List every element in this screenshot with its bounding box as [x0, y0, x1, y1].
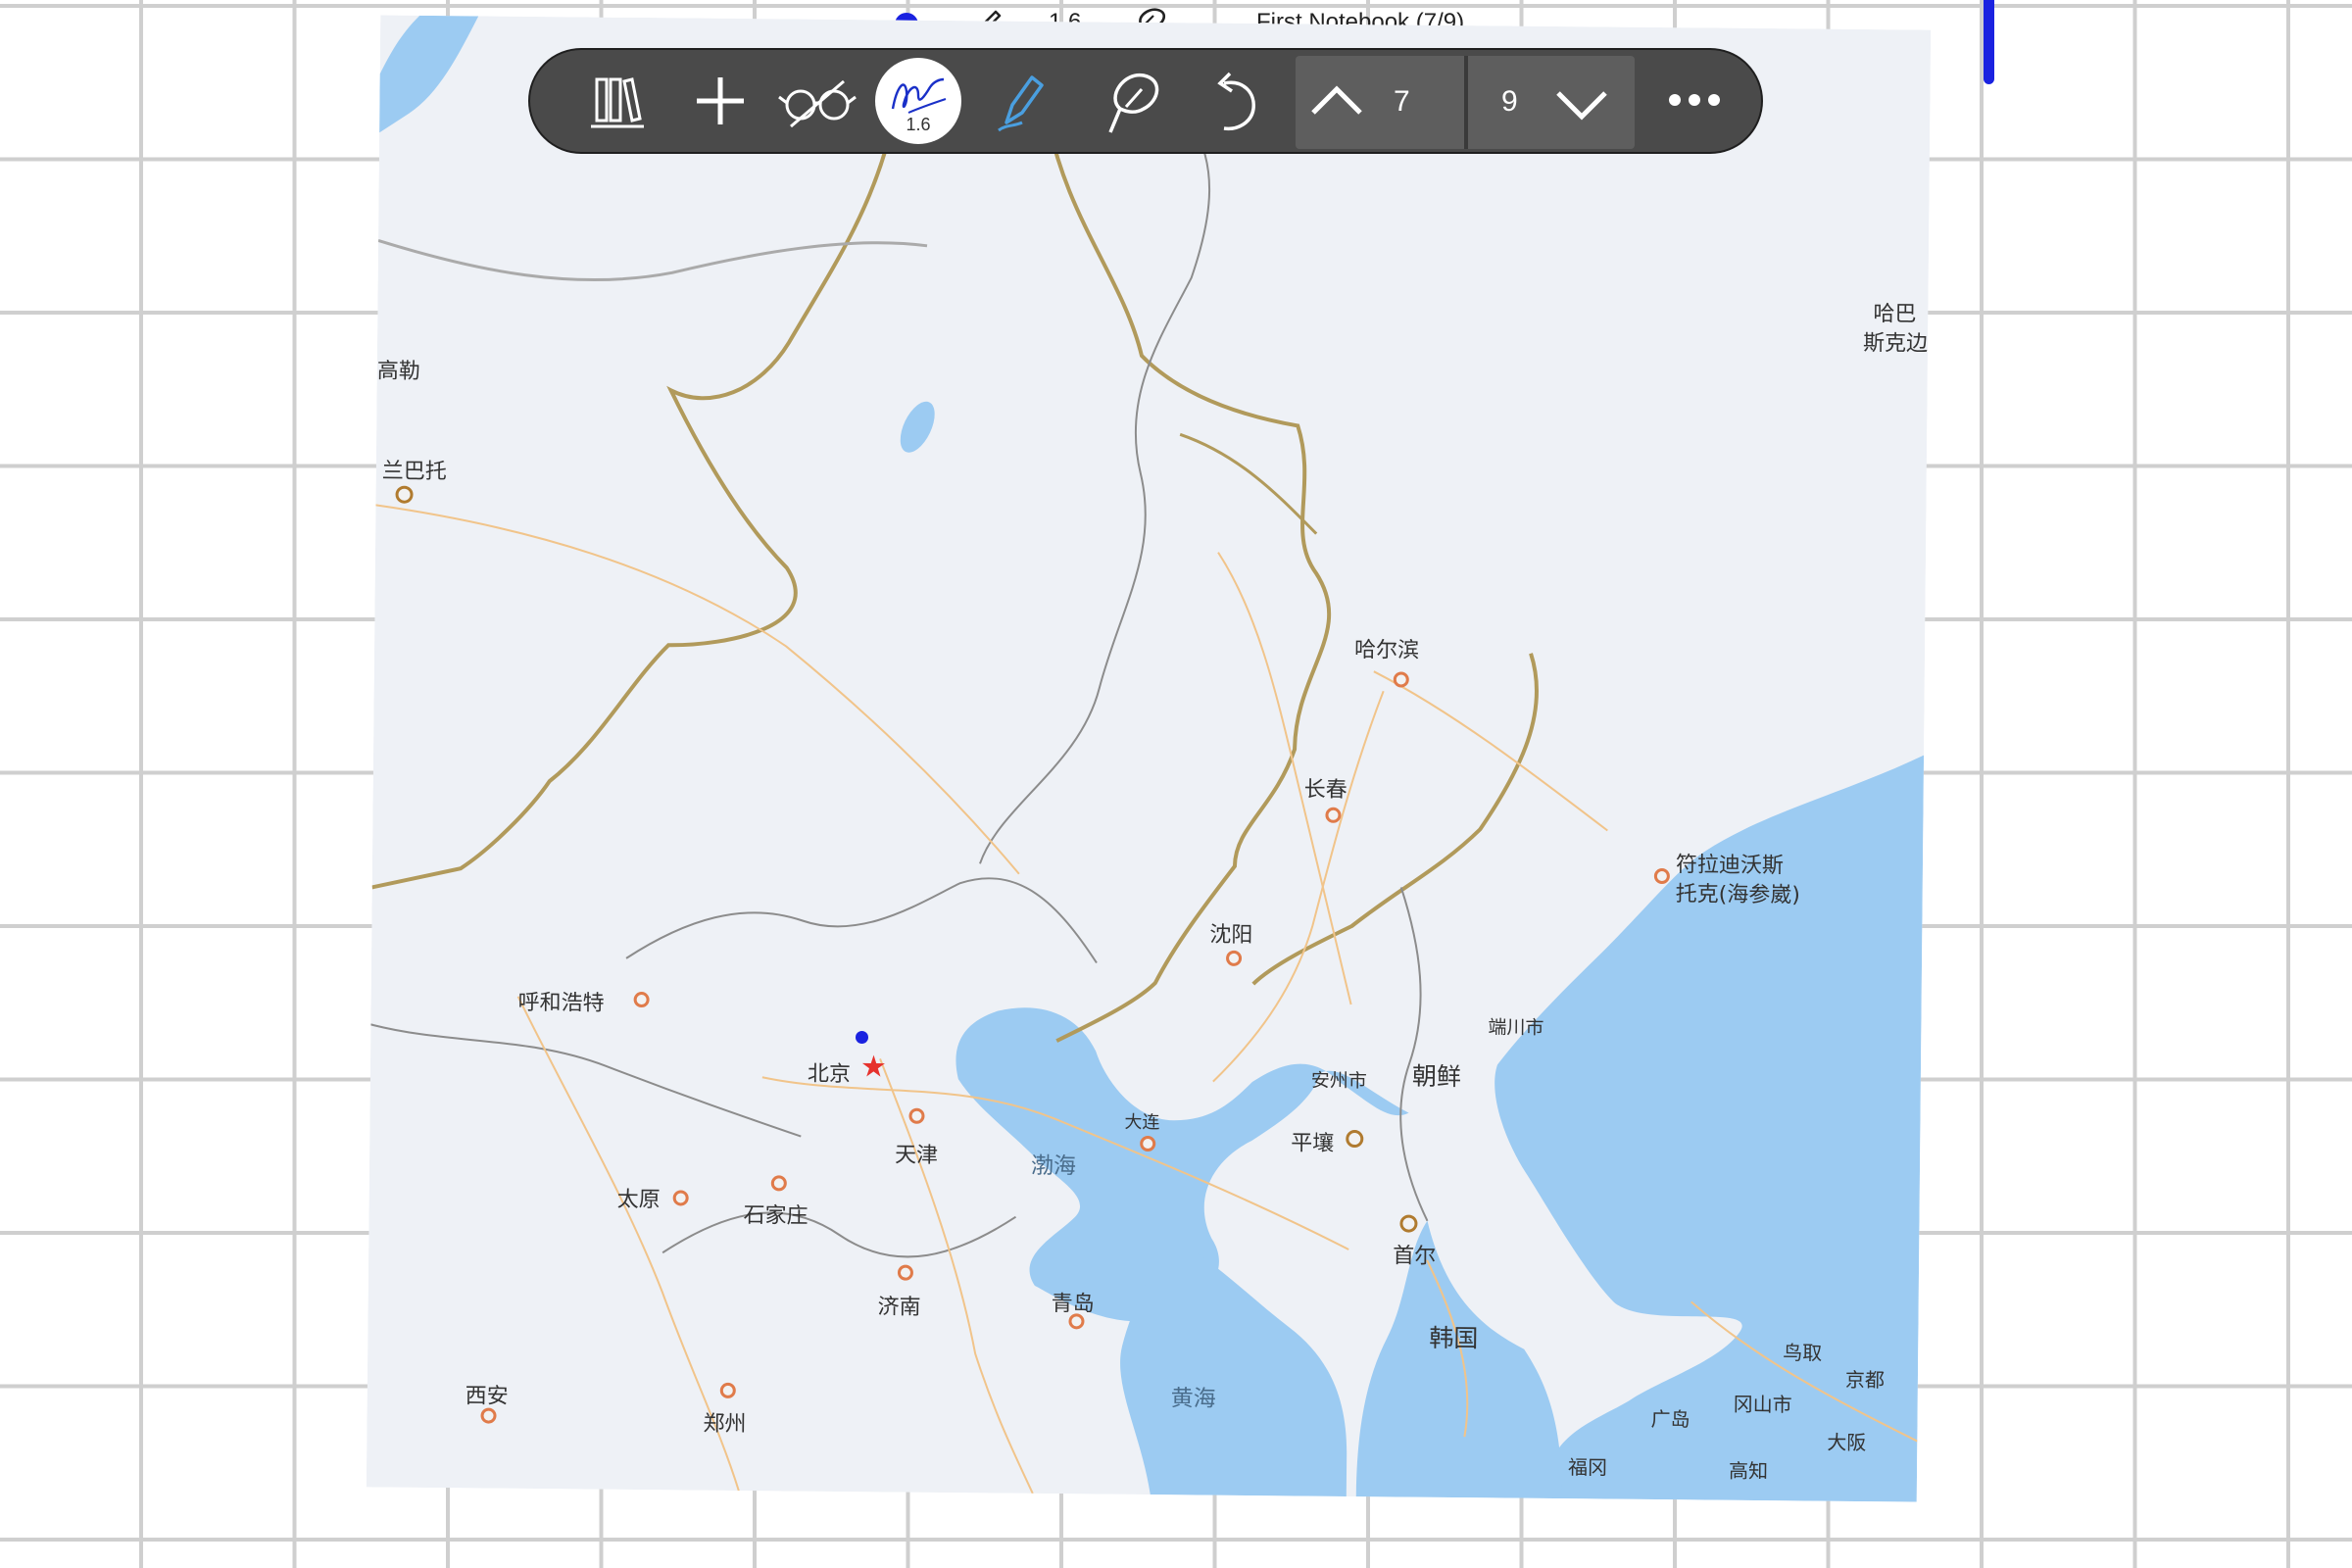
map-label: 托克(海参崴): [1675, 882, 1800, 908]
city-marker: [1346, 1129, 1364, 1149]
total-pages: 9: [1501, 85, 1518, 118]
map-label: 郑州: [703, 1411, 747, 1438]
pen-tool-button[interactable]: 1.6: [875, 58, 961, 144]
map-label: 呼和浩特: [517, 990, 605, 1016]
ink-dot: [856, 1031, 868, 1044]
undo-button[interactable]: [1191, 58, 1277, 144]
map-label: 首尔: [1393, 1244, 1437, 1269]
map-label: 高知: [1728, 1458, 1769, 1484]
city-marker: [633, 991, 650, 1008]
map-label: 鸟取: [1783, 1341, 1823, 1365]
city-marker: [1325, 807, 1342, 823]
map-label: 长春: [1303, 777, 1348, 803]
city-marker: [897, 1264, 914, 1281]
map-label: 符拉迪沃斯: [1675, 853, 1785, 879]
map-label: 安州市: [1310, 1069, 1367, 1093]
scroll-indicator[interactable]: [1984, 0, 1994, 84]
map-label: 黄海: [1170, 1386, 1216, 1412]
city-marker: [672, 1190, 689, 1206]
city-marker: [1653, 867, 1670, 885]
city-marker: [1393, 671, 1409, 688]
map-label: 冈山市: [1733, 1392, 1792, 1417]
city-marker: [908, 1107, 925, 1124]
lasso-button[interactable]: [1089, 58, 1175, 144]
library-button[interactable]: [573, 58, 660, 144]
glasses-icon: [778, 79, 857, 128]
chevron-up-icon[interactable]: [1303, 70, 1370, 136]
chevron-down-icon[interactable]: [1548, 70, 1615, 136]
map-label: 济南: [877, 1295, 921, 1320]
city-marker: [1399, 1214, 1418, 1233]
map-label: 天津: [894, 1143, 939, 1168]
map-label: 北京: [807, 1061, 852, 1088]
map-label: 京都: [1844, 1367, 1886, 1393]
city-marker: [1068, 1313, 1085, 1330]
map-label: 太原: [616, 1187, 661, 1213]
city-marker: [395, 485, 414, 504]
map-label: 朝鲜: [1411, 1061, 1462, 1092]
city-marker: [480, 1407, 497, 1424]
map-label: 西安: [465, 1384, 509, 1409]
map-label: 广岛: [1650, 1406, 1690, 1432]
more-icon: [1669, 94, 1720, 106]
map-image: 哈尔滨 长春 沈阳 符拉迪沃斯 托克(海参崴) 哈巴 斯克边 兰巴托 高勒 呼和…: [366, 15, 1932, 1502]
undo-icon: [1217, 72, 1255, 131]
map-label: 福冈: [1567, 1455, 1608, 1480]
map-label: 大连: [1124, 1111, 1160, 1134]
map-label: 兰巴托: [381, 459, 447, 485]
capital-star-icon: ★: [859, 1051, 888, 1084]
map-label: 渤海: [1030, 1152, 1077, 1180]
city-marker: [1225, 950, 1243, 966]
map-label: 平壤: [1291, 1131, 1335, 1156]
highlighter-button[interactable]: [977, 58, 1063, 144]
page-navigator: 7 9: [1296, 56, 1635, 149]
city-marker: [719, 1382, 736, 1398]
map-label: 哈巴: [1873, 302, 1917, 327]
read-only-button[interactable]: [773, 58, 859, 144]
map-label: 哈尔滨: [1353, 638, 1420, 663]
map-label: 青岛: [1051, 1292, 1095, 1317]
map-label: 高勒: [376, 359, 420, 384]
city-marker: [1140, 1135, 1156, 1152]
map-label: 石家庄: [743, 1203, 808, 1229]
more-button[interactable]: [1657, 70, 1732, 130]
toolbar: 1.6 7 9: [528, 48, 1763, 154]
add-button[interactable]: [677, 58, 763, 144]
lasso-icon: [1108, 73, 1159, 133]
plus-icon: [697, 77, 744, 124]
current-page[interactable]: 7: [1394, 85, 1410, 119]
city-marker: [770, 1175, 787, 1192]
map-label: 斯克边: [1862, 330, 1929, 357]
library-icon: [591, 77, 644, 128]
map-label: 韩国: [1429, 1323, 1479, 1353]
pen-width-value: 1.6: [906, 115, 931, 134]
map-label: 端川市: [1488, 1016, 1544, 1039]
map-label: 沈阳: [1209, 922, 1253, 949]
map-label: 大阪: [1827, 1430, 1867, 1455]
highlighter-icon: [998, 75, 1044, 132]
